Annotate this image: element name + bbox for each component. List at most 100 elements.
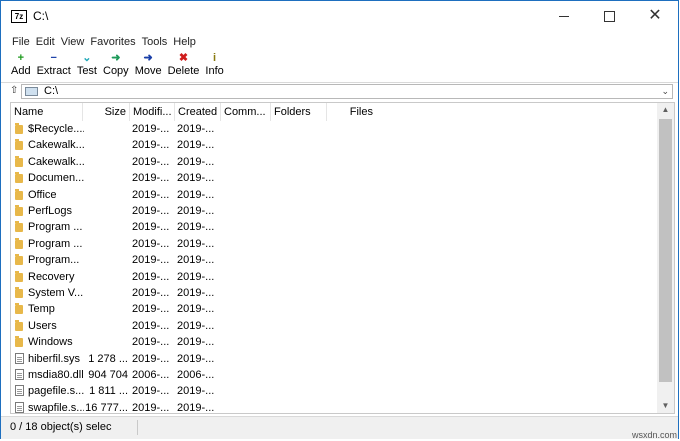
cell-created: 2019-... bbox=[177, 155, 215, 168]
menu-view[interactable]: View bbox=[61, 33, 85, 51]
app-window: 7z C:\ ✕ File Edit View Favorites Tools … bbox=[0, 0, 679, 439]
up-folder-icon[interactable]: ⇧ bbox=[10, 85, 18, 96]
table-row[interactable]: msdia80.dll 904 704 2006-... 2006-... bbox=[11, 367, 657, 383]
table-row[interactable]: Temp 2019-... 2019-... bbox=[11, 301, 657, 317]
cell-modified: 2019-... bbox=[132, 352, 170, 365]
cell-size bbox=[84, 219, 128, 235]
toolbar-divider bbox=[1, 82, 678, 83]
table-row[interactable]: pagefile.s... 1 811 ... 2019-... 2019-... bbox=[11, 383, 657, 399]
cell-name: Documen... bbox=[28, 172, 84, 185]
cell-size: 904 704 bbox=[88, 369, 128, 381]
minimize-button[interactable] bbox=[541, 1, 587, 31]
menu-file[interactable]: File bbox=[12, 33, 30, 51]
folder-icon bbox=[15, 303, 23, 315]
folder-icon bbox=[15, 237, 23, 249]
column-header-folders[interactable]: Folders bbox=[271, 103, 327, 121]
address-path[interactable]: C:\ bbox=[44, 85, 58, 98]
delete-button[interactable]: ✖ Delete bbox=[168, 52, 200, 82]
copy-label: Copy bbox=[103, 65, 129, 77]
cell-size bbox=[84, 252, 128, 268]
cell-created: 2019-... bbox=[177, 139, 215, 152]
cell-created: 2019-... bbox=[177, 188, 215, 201]
cell-modified: 2019-... bbox=[132, 319, 170, 332]
folder-icon bbox=[15, 188, 23, 200]
scroll-down-arrow-icon[interactable]: ▼ bbox=[657, 399, 674, 413]
column-header-comment[interactable]: Comm... bbox=[221, 103, 271, 121]
close-button[interactable]: ✕ bbox=[632, 1, 678, 31]
folder-icon bbox=[15, 139, 23, 151]
menu-edit[interactable]: Edit bbox=[36, 33, 55, 51]
cell-name: Office bbox=[28, 188, 57, 201]
file-icon bbox=[15, 401, 24, 413]
table-row[interactable]: System V... 2019-... 2019-... bbox=[11, 285, 657, 301]
cell-created: 2019-... bbox=[177, 401, 215, 414]
move-button[interactable]: ➜ Move bbox=[135, 52, 162, 82]
check-icon: ⌄ bbox=[82, 52, 92, 64]
menu-tools[interactable]: Tools bbox=[142, 33, 168, 51]
table-row[interactable]: Cakewalk... 2019-... 2019-... bbox=[11, 137, 657, 153]
file-icon bbox=[15, 369, 24, 380]
cell-created: 2019-... bbox=[177, 221, 215, 234]
app-icon[interactable]: 7z bbox=[11, 10, 27, 23]
info-button[interactable]: i Info bbox=[205, 52, 223, 82]
cell-name: Cakewalk... bbox=[28, 155, 84, 168]
cell-name: pagefile.s... bbox=[28, 385, 84, 398]
toolbar: + Add − Extract ⌄ Test ➜ Copy ➜ Move ✖ D… bbox=[1, 52, 680, 82]
table-row[interactable]: $Recycle.... 2019-... 2019-... bbox=[11, 121, 657, 137]
folder-icon bbox=[15, 155, 23, 167]
cell-size bbox=[84, 301, 128, 317]
vertical-scrollbar[interactable]: ▲ ▼ bbox=[657, 103, 674, 413]
table-row[interactable]: Windows 2019-... 2019-... bbox=[11, 334, 657, 350]
address-row: ⇧ C:\ ⌄ bbox=[1, 84, 678, 100]
cell-modified: 2019-... bbox=[132, 401, 170, 414]
cell-modified: 2019-... bbox=[132, 188, 170, 201]
table-row[interactable]: Program ... 2019-... 2019-... bbox=[11, 219, 657, 235]
cell-name: Recovery bbox=[28, 270, 75, 283]
column-header-name[interactable]: Name bbox=[11, 103, 83, 121]
scroll-up-arrow-icon[interactable]: ▲ bbox=[657, 103, 674, 117]
cell-size: 1 811 ... bbox=[89, 385, 128, 398]
copy-button[interactable]: ➜ Copy bbox=[103, 52, 129, 82]
table-row[interactable]: Program... 2019-... 2019-... bbox=[11, 252, 657, 268]
cell-modified: 2019-... bbox=[132, 123, 170, 135]
address-combobox[interactable]: C:\ ⌄ bbox=[21, 84, 673, 99]
table-row[interactable]: Recovery 2019-... 2019-... bbox=[11, 269, 657, 285]
column-header-created[interactable]: Created bbox=[175, 103, 221, 121]
cell-modified: 2019-... bbox=[132, 221, 170, 234]
delete-x-icon: ✖ bbox=[178, 52, 189, 64]
close-icon: ✕ bbox=[648, 7, 662, 24]
menu-help[interactable]: Help bbox=[173, 33, 196, 51]
column-header-files[interactable]: Files bbox=[327, 103, 377, 121]
cell-name: hiberfil.sys bbox=[28, 352, 80, 365]
table-row[interactable]: PerfLogs 2019-... 2019-... bbox=[11, 203, 657, 219]
cell-name: Temp bbox=[28, 303, 55, 316]
title-bar[interactable]: 7z C:\ ✕ bbox=[1, 1, 678, 31]
extract-button[interactable]: − Extract bbox=[37, 52, 71, 82]
column-header-size[interactable]: Size bbox=[83, 103, 130, 121]
folder-icon bbox=[15, 254, 23, 266]
cell-size bbox=[84, 121, 128, 137]
table-row[interactable]: swapfile.s... 16 777... 2019-... 2019-... bbox=[11, 400, 657, 414]
table-row[interactable]: Program ... 2019-... 2019-... bbox=[11, 236, 657, 252]
cell-modified: 2019-... bbox=[132, 155, 170, 168]
scrollbar-thumb[interactable] bbox=[659, 119, 672, 382]
cell-created: 2019-... bbox=[177, 287, 215, 299]
cell-modified: 2019-... bbox=[132, 303, 170, 316]
delete-label: Delete bbox=[167, 65, 200, 77]
chevron-down-icon[interactable]: ⌄ bbox=[661, 85, 669, 98]
add-button[interactable]: + Add bbox=[11, 52, 31, 82]
cell-created: 2019-... bbox=[177, 123, 215, 135]
drive-icon bbox=[25, 87, 38, 96]
cell-name: Windows bbox=[28, 336, 73, 349]
maximize-button[interactable] bbox=[586, 1, 632, 31]
file-list[interactable]: Name Size Modifi... Created Comm... Fold… bbox=[10, 102, 675, 414]
table-row[interactable]: Office 2019-... 2019-... bbox=[11, 187, 657, 203]
test-button[interactable]: ⌄ Test bbox=[77, 52, 97, 82]
table-row[interactable]: Users 2019-... 2019-... bbox=[11, 318, 657, 334]
table-row[interactable]: Documen... 2019-... 2019-... bbox=[11, 170, 657, 186]
column-header-modified[interactable]: Modifi... bbox=[130, 103, 175, 121]
cell-size bbox=[84, 154, 128, 170]
table-row[interactable]: Cakewalk... 2019-... 2019-... bbox=[11, 154, 657, 170]
menu-favorites[interactable]: Favorites bbox=[90, 33, 135, 51]
table-row[interactable]: hiberfil.sys 1 278 ... 2019-... 2019-... bbox=[11, 351, 657, 367]
